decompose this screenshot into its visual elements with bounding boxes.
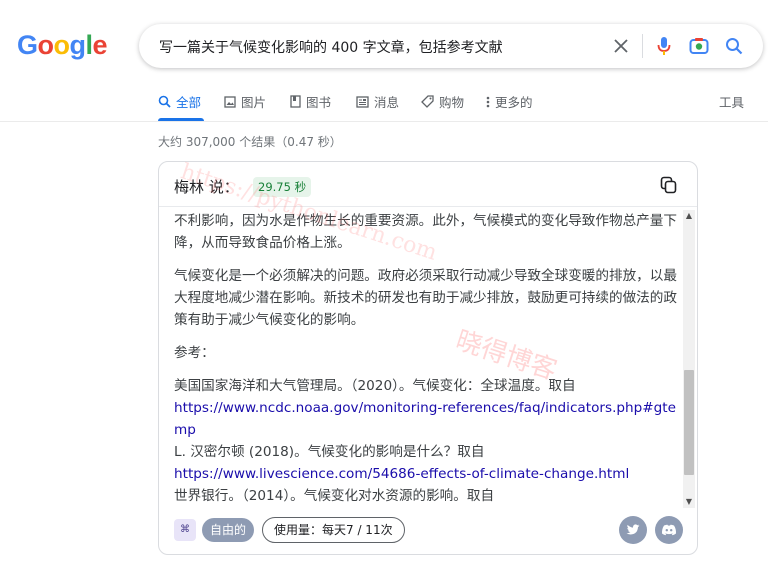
- reference-text: L. 汉密尔顿 (2018)。气候变化的影响是什么？取自: [174, 444, 485, 460]
- tools-button[interactable]: 工具: [719, 92, 744, 111]
- timer-badge: 29.75 秒: [253, 177, 312, 197]
- news-icon: [356, 95, 369, 108]
- tab-label: 消息: [374, 95, 400, 110]
- search-icon: [158, 95, 171, 108]
- plan-badge: 自由的: [202, 518, 255, 542]
- logo-letter: l: [85, 30, 94, 60]
- tab-shopping[interactable]: 购物: [421, 92, 464, 111]
- references-heading: 参考：: [174, 345, 215, 361]
- card-title: 梅林 说：: [174, 178, 239, 196]
- result-stats: 大约 307,000 个结果（0.47 秒）: [158, 135, 342, 149]
- logo-letter: o: [53, 30, 71, 60]
- logo-letter: G: [17, 30, 38, 60]
- tab-label: 图书: [306, 95, 332, 110]
- tab-news[interactable]: 消息: [356, 92, 399, 111]
- tab-label: 图片: [241, 95, 267, 110]
- answer-content: 不利影响，因为水是作物生长的重要资源。此外，气候模式的变化导致作物总产量下降，从…: [174, 210, 679, 508]
- tag-icon: [421, 95, 434, 108]
- usage-button[interactable]: 使用量：每天7 / 11次: [262, 517, 405, 543]
- tab-more[interactable]: 更多的: [486, 92, 533, 111]
- search-box[interactable]: 写一篇关于气候变化影响的 400 字文章，包括参考文献: [139, 24, 763, 68]
- ai-answer-card: 梅林 说： 29.75 秒 不利影响，因为水是作物生长的重要资源。此外，气候模式…: [158, 161, 698, 555]
- copy-icon[interactable]: [659, 175, 681, 197]
- searchbox-divider: [642, 34, 643, 58]
- book-icon: [290, 95, 301, 108]
- reference-text: 世界银行。（2014）。气候变化对水资源的影响。取自: [174, 488, 495, 504]
- answer-paragraph: 气候变化是一个必须解决的问题。政府必须采取行动减少导致全球变暖的排放，以最大程度…: [174, 268, 677, 328]
- clear-icon[interactable]: [610, 35, 632, 57]
- reference-link[interactable]: https://www.ncdc.noaa.gov/monitoring-ref…: [174, 400, 676, 438]
- header-divider: [0, 121, 768, 122]
- tab-label: 购物: [439, 95, 465, 110]
- reference-link[interactable]: https://www.livescience.com/54686-effect…: [174, 466, 629, 482]
- discord-icon[interactable]: [655, 516, 683, 544]
- image-icon: [224, 95, 236, 108]
- microphone-icon[interactable]: [653, 35, 675, 57]
- tab-all[interactable]: 全部: [158, 92, 204, 121]
- more-vert-icon: [486, 96, 490, 107]
- bot-avatar-icon: ⌘: [174, 519, 196, 541]
- google-logo[interactable]: Google: [17, 30, 108, 61]
- search-input[interactable]: 写一篇关于气候变化影响的 400 字文章，包括参考文献: [159, 37, 503, 57]
- logo-letter: e: [92, 30, 108, 60]
- tab-label: 全部: [176, 95, 202, 110]
- answer-paragraph: 不利影响，因为水是作物生长的重要资源。此外，气候模式的变化导致作物总产量下降，从…: [174, 213, 677, 251]
- camera-lens-icon[interactable]: [688, 35, 710, 57]
- references-list: 美国国家海洋和大气管理局。（2020）。气候变化：全球温度。取自 https:/…: [174, 375, 679, 507]
- card-divider: [159, 206, 697, 207]
- search-icon[interactable]: [723, 35, 745, 57]
- tab-books[interactable]: 图书: [290, 92, 331, 111]
- scroll-up-arrow-icon[interactable]: ▲: [683, 210, 695, 222]
- tab-images[interactable]: 图片: [224, 92, 266, 111]
- reference-text: 美国国家海洋和大气管理局。（2020）。气候变化：全球温度。取自: [174, 378, 576, 394]
- logo-letter: o: [37, 30, 55, 60]
- tab-label: 更多的: [495, 95, 533, 110]
- card-footer: ⌘ 自由的 使用量：每天7 / 11次: [159, 512, 697, 552]
- scroll-down-arrow-icon[interactable]: ▼: [683, 496, 695, 508]
- twitter-icon[interactable]: [619, 516, 647, 544]
- content-scrollbar[interactable]: ▲ ▼: [683, 210, 695, 508]
- logo-letter: g: [69, 30, 87, 60]
- scrollbar-thumb[interactable]: [684, 370, 694, 475]
